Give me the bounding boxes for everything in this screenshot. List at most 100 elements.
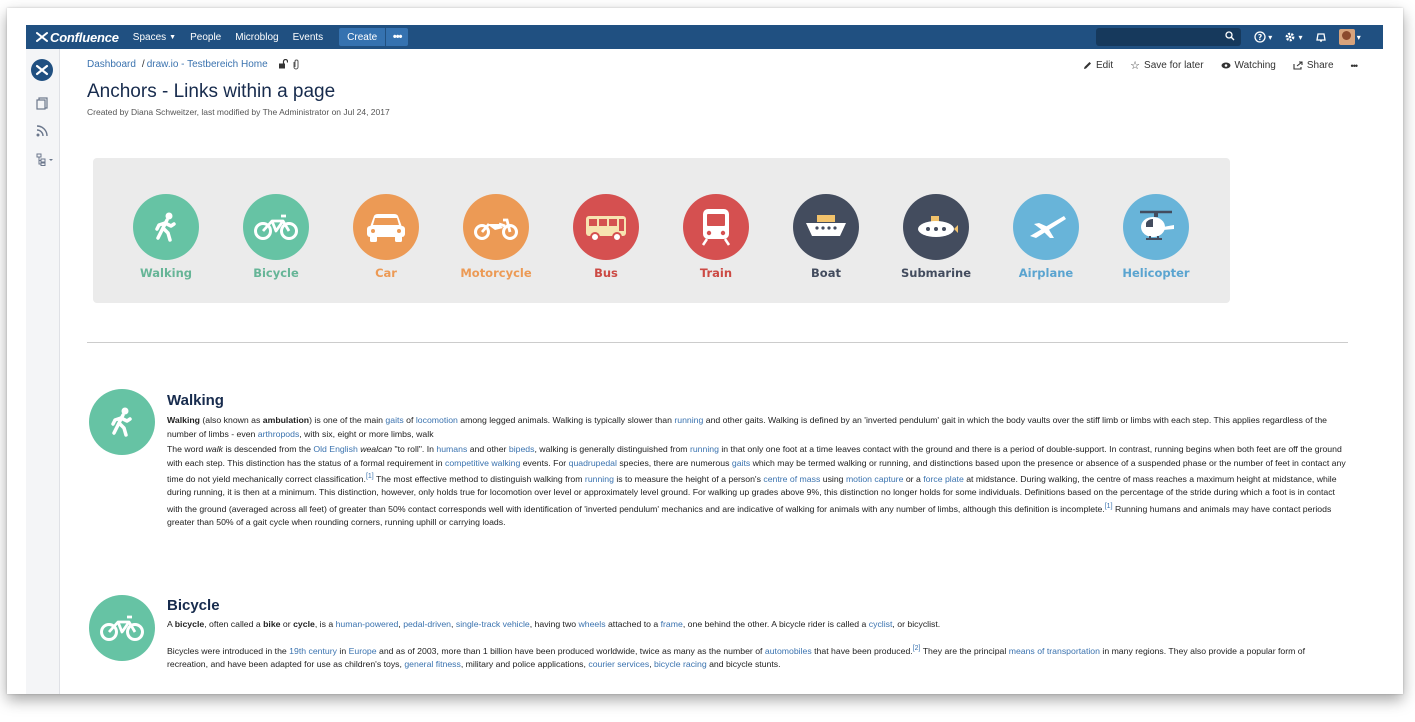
bicycle-section-icon [89,595,155,661]
notification-icon [1315,33,1326,42]
inline-link[interactable]: wheels [579,619,606,629]
text-run: and other [467,444,509,454]
horizontal-divider [87,342,1348,343]
chevron-down-icon: ▾ [1266,32,1273,42]
search-input[interactable] [1096,28,1241,46]
nav-people[interactable]: People [190,32,221,43]
italic-text: wealcan [360,444,393,454]
page-tree-icon[interactable] [36,153,54,166]
boat-icon [793,194,859,260]
inline-link[interactable]: cyclist [869,619,893,629]
inline-link[interactable]: 19th century [289,646,337,656]
text-run: , with six, eight or more limbs, walk [299,428,434,439]
inline-link[interactable]: gaits [732,458,750,468]
inline-link[interactable]: frame [661,619,683,629]
more-actions-button[interactable]: ••• [1351,61,1359,71]
watching-label: Watching [1234,60,1276,71]
edit-button[interactable]: Edit [1083,60,1113,71]
citation-link[interactable]: [1] [366,473,374,480]
text-run: (also known as [199,415,263,425]
text-run: and as of 2003, more than 1 billion have… [376,645,765,656]
inline-link[interactable]: motion capture [846,474,903,484]
inline-link[interactable]: arthropods [258,429,300,439]
attachment-icon[interactable] [292,59,300,70]
inline-link[interactable]: force plate [923,474,964,484]
inline-link[interactable]: Old English [313,444,357,454]
nav-events[interactable]: Events [293,32,324,43]
transport-car[interactable]: Car [341,194,431,280]
confluence-logo-icon [36,32,48,42]
bold-text: bike [263,619,281,629]
transport-motorcycle[interactable]: Motorcycle [451,194,541,280]
walking-icon [133,194,199,260]
chevron-down-icon: ▾ [1354,32,1361,42]
nav-label: Spaces [132,31,167,43]
pages-icon[interactable] [36,97,49,110]
create-more-button[interactable]: ••• [386,28,409,46]
unlock-icon[interactable] [278,59,288,69]
space-logo[interactable] [31,59,53,81]
inline-link[interactable]: humans [436,444,467,454]
bus-icon [573,194,639,260]
settings-menu[interactable]: ▾ [1284,31,1303,43]
create-button[interactable]: Create [339,28,386,46]
bicycle-heading: Bicycle [167,597,220,614]
walking-heading: Walking [167,392,224,409]
text-run: is descended from the [223,444,314,454]
inline-link[interactable]: means of transportation [1009,646,1100,656]
inline-link[interactable]: automobiles [765,646,812,656]
nav-microblog[interactable]: Microblog [235,32,278,43]
text-run: A [167,619,175,629]
text-run: , walking is generally distinguished fro… [534,444,690,454]
inline-link[interactable]: single-track vehicle [456,619,530,629]
inline-link[interactable]: Europe [349,646,377,656]
text-run: of [403,415,416,425]
share-button[interactable]: Share [1293,60,1334,71]
inline-link[interactable]: competitive walking [445,458,520,468]
transport-helicopter[interactable]: Helicopter [1111,194,1201,280]
breadcrumb-dashboard[interactable]: Dashboard [87,59,136,70]
transport-bicycle[interactable]: Bicycle [231,194,321,280]
car-icon [353,194,419,260]
help-menu[interactable]: ? ▾ [1254,31,1272,43]
text-run: that have been produced. [811,645,913,656]
inline-link[interactable]: gaits [385,415,403,425]
transport-train[interactable]: Train [671,194,761,280]
inline-link[interactable]: courier services [588,659,649,669]
top-right-icons: ? ▾ ▾ ▾ [1254,25,1373,49]
save-for-later-button[interactable]: ☆ Save for later [1130,59,1203,72]
transport-boat[interactable]: Boat [781,194,871,280]
transport-walking[interactable]: Walking [121,194,211,280]
transport-airplane[interactable]: Airplane [1001,194,1091,280]
inline-link[interactable]: bipeds [509,444,535,454]
user-menu[interactable]: ▾ [1338,29,1361,45]
inline-link[interactable]: quadrupedal [569,458,617,468]
citation-link[interactable]: [1] [1105,503,1113,510]
confluence-logo[interactable]: Confluence [36,30,119,45]
inline-link[interactable]: general fitness [404,659,461,669]
blog-feed-icon[interactable] [36,125,48,137]
text-run: , often called a [204,619,264,629]
train-icon [683,194,749,260]
breadcrumb-icons [278,59,300,70]
inline-link[interactable]: running [690,444,719,454]
inline-link[interactable]: running [674,415,703,425]
watching-button[interactable]: Watching [1221,60,1276,71]
inline-link[interactable]: pedal-driven [403,619,451,629]
nav-spaces[interactable]: Spaces ▼ [133,32,176,43]
inline-link[interactable]: human-powered [336,619,399,629]
inline-link[interactable]: locomotion [416,415,458,425]
text-run: attached to a [605,619,661,629]
text-run: ) is one of the main [309,415,386,425]
chevron-down-icon: ▾ [1296,32,1303,42]
inline-link[interactable]: centre of mass [763,474,820,484]
walking-section-icon [89,389,155,455]
notifications-button[interactable] [1315,31,1327,43]
screenshot-frame: Confluence Spaces ▼ People Microblog Eve… [7,8,1403,694]
transport-bus[interactable]: Bus [561,194,651,280]
edit-label: Edit [1095,60,1114,71]
inline-link[interactable]: bicycle racing [654,659,707,669]
inline-link[interactable]: running [585,474,614,484]
transport-submarine[interactable]: Submarine [891,194,981,280]
breadcrumb-space[interactable]: draw.io - Testbereich Home [147,59,268,70]
